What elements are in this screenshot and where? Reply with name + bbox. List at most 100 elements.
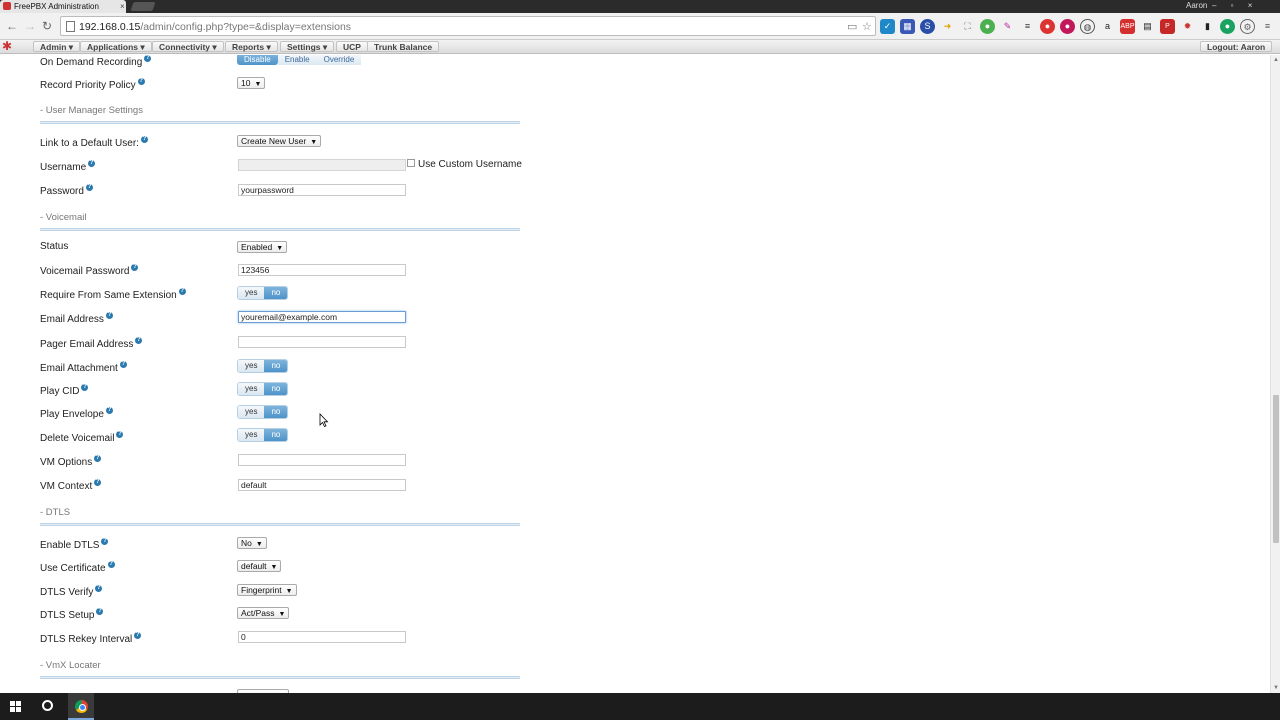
vm-context-input[interactable]: default [238, 479, 406, 491]
logout-button[interactable]: Logout: Aaron [1200, 41, 1273, 52]
new-tab-button[interactable] [130, 2, 156, 11]
help-icon[interactable]: ? [144, 55, 152, 62]
section-dtls[interactable]: - DTLS [40, 507, 70, 518]
help-icon[interactable]: ? [81, 384, 89, 391]
recording-disable-option[interactable]: Disable [237, 55, 278, 65]
extension-document-icon[interactable]: ▤ [1140, 18, 1155, 34]
yes-option[interactable]: yes [238, 429, 265, 441]
help-icon[interactable]: ? [135, 337, 143, 344]
extension-amazon-icon[interactable]: a [1100, 18, 1115, 34]
custom-username-checkbox[interactable] [407, 159, 415, 167]
browser-profile-name[interactable]: Aaron [1186, 0, 1207, 11]
window-controls[interactable]: – ▫ × [1212, 0, 1258, 11]
link-default-user-select[interactable]: Create New User ▼ [237, 135, 322, 147]
scroll-down-icon[interactable]: ▼ [1273, 685, 1279, 691]
dtls-verify-select[interactable]: Fingerprint ▼ [237, 584, 297, 596]
help-icon[interactable]: ? [94, 479, 102, 486]
no-option[interactable]: no [264, 360, 288, 372]
vm-options-input[interactable] [238, 454, 406, 466]
password-input[interactable]: yourpassword [238, 184, 406, 196]
dtls-rekey-input[interactable]: 0 [238, 631, 406, 643]
vm-password-input[interactable]: 123456 [238, 264, 406, 276]
email-address-input[interactable]: youremail@example.com [238, 311, 406, 323]
help-icon[interactable]: ? [119, 361, 127, 368]
extension-check-icon[interactable]: ✓ [880, 18, 895, 34]
reader-icon[interactable]: ▭ [847, 20, 857, 33]
taskbar-chrome-button[interactable] [68, 693, 94, 720]
windows-start-icon[interactable] [10, 701, 21, 712]
yes-option[interactable]: yes [238, 383, 265, 395]
scroll-thumb[interactable] [1273, 395, 1279, 543]
menu-settings[interactable]: Settings ▾ [280, 41, 335, 52]
extension-pdf-icon[interactable]: P [1160, 18, 1175, 34]
chrome-menu-icon[interactable]: ≡ [1260, 18, 1275, 34]
vm-status-select[interactable]: Enabled ▼ [237, 241, 288, 253]
menu-ucp[interactable]: UCP [336, 41, 368, 52]
help-icon[interactable]: ? [131, 264, 139, 271]
help-icon[interactable]: ? [116, 431, 124, 438]
extension-circle-icon[interactable]: ◍ [1080, 18, 1095, 34]
menu-admin[interactable]: Admin ▾ [33, 41, 81, 52]
no-option[interactable]: no [264, 287, 288, 299]
help-icon[interactable]: ? [105, 407, 113, 414]
extension-settings-icon[interactable]: ⚙ [1240, 18, 1255, 34]
help-icon[interactable]: ? [85, 184, 93, 191]
menu-connectivity[interactable]: Connectivity ▾ [152, 41, 224, 52]
freepbx-logo-icon[interactable]: ✱ [2, 40, 12, 53]
extension-phone-icon[interactable]: ▮ [1200, 18, 1215, 34]
help-icon[interactable]: ? [105, 312, 113, 319]
no-option[interactable]: no [264, 406, 288, 418]
yes-option[interactable]: yes [238, 360, 265, 372]
username-input[interactable] [238, 159, 406, 171]
help-icon[interactable]: ? [137, 78, 145, 85]
address-bar[interactable]: 192.168.0.15/admin/config.php?type=&disp… [60, 16, 876, 36]
browser-tab[interactable]: FreePBX Administration × [0, 0, 126, 13]
cortana-search-icon[interactable] [42, 700, 53, 711]
yes-option[interactable]: yes [238, 406, 265, 418]
dtls-setup-select[interactable]: Act/Pass ▼ [237, 607, 290, 619]
section-user-manager[interactable]: - User Manager Settings [40, 105, 143, 116]
extension-bolt-icon[interactable]: ➜ [940, 18, 955, 34]
reload-icon[interactable]: ↻ [42, 19, 52, 33]
help-icon[interactable]: ? [134, 632, 142, 639]
recording-override-option[interactable]: Override [316, 55, 362, 65]
extension-skype-icon[interactable]: S [920, 18, 935, 34]
extension-bars-icon[interactable]: ≡ [1020, 18, 1035, 34]
help-icon[interactable]: ? [94, 455, 102, 462]
bookmark-star-icon[interactable]: ☆ [862, 20, 872, 33]
extension-gears-icon[interactable]: ✹ [1180, 18, 1195, 34]
forward-icon[interactable]: → [24, 19, 36, 33]
help-icon[interactable]: ? [95, 585, 103, 592]
use-certificate-select[interactable]: default ▼ [237, 560, 282, 572]
extension-chart-icon[interactable]: ⛶ [960, 18, 975, 34]
yes-option[interactable]: yes [238, 287, 265, 299]
section-voicemail[interactable]: - Voicemail [40, 212, 86, 223]
help-icon[interactable]: ? [178, 288, 186, 295]
extension-pocket-icon[interactable]: ● [1060, 18, 1075, 34]
no-option[interactable]: no [264, 383, 288, 395]
tab-close-icon[interactable]: × [120, 0, 125, 13]
menu-trunk-balance[interactable]: Trunk Balance [367, 41, 440, 52]
no-option[interactable]: no [264, 429, 288, 441]
record-priority-select[interactable]: 10 ▼ [237, 77, 266, 89]
page-scrollbar[interactable]: ▲ ▼ [1270, 55, 1280, 693]
extension-hangouts-icon[interactable]: ● [1220, 18, 1235, 34]
extension-calendar-icon[interactable]: ▦ [900, 18, 915, 34]
help-icon[interactable]: ? [101, 538, 109, 545]
help-icon[interactable]: ? [96, 608, 104, 615]
help-icon[interactable]: ? [107, 561, 115, 568]
menu-reports[interactable]: Reports ▾ [225, 41, 278, 52]
extension-lastpass-icon[interactable]: ● [1040, 18, 1055, 34]
back-icon[interactable]: ← [6, 19, 18, 33]
pager-email-input[interactable] [238, 336, 406, 348]
scroll-up-icon[interactable]: ▲ [1273, 57, 1279, 63]
section-vmx-locater[interactable]: - VmX Locater [40, 660, 101, 671]
extension-feather-icon[interactable]: ✎ [1000, 18, 1015, 34]
enable-dtls-select[interactable]: No ▼ [237, 537, 267, 549]
extension-adblock-icon[interactable]: ABP [1120, 18, 1135, 34]
recording-enable-option[interactable]: Enable [277, 55, 317, 65]
help-icon[interactable]: ? [88, 160, 96, 167]
help-icon[interactable]: ? [140, 136, 148, 143]
extension-evernote-icon[interactable]: ● [980, 18, 995, 34]
menu-applications[interactable]: Applications ▾ [80, 41, 152, 52]
